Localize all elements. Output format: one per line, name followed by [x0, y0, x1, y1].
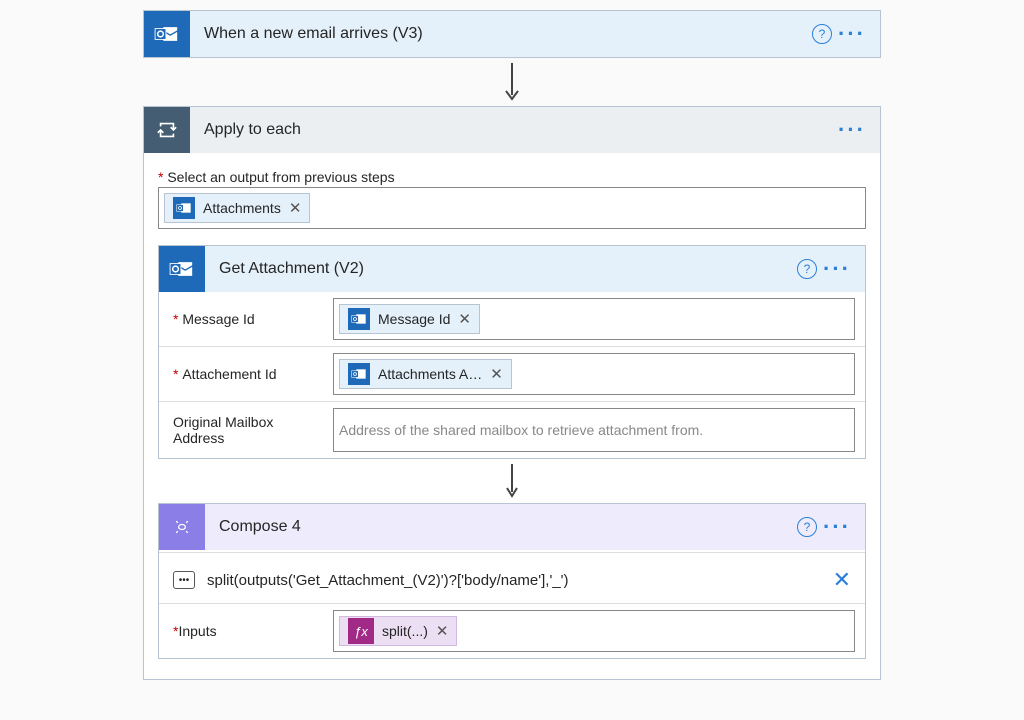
attachment-id-label: Attachement Id [182, 366, 276, 382]
compose-card: Compose 4 ? ··· ••• split(outputs('Get_A… [158, 503, 866, 659]
flow-canvas: When a new email arrives (V3) ? ··· Appl… [0, 10, 1024, 680]
arrow-down-icon [503, 58, 521, 106]
compose-header[interactable]: Compose 4 ? ··· [159, 504, 865, 550]
token-attachment-id[interactable]: Attachments A… ✕ [339, 359, 512, 389]
apply-to-each-card: Apply to each ··· * Select an output fro… [143, 106, 881, 680]
inputs-field[interactable]: ƒx split(...) ✕ [333, 610, 855, 652]
code-icon: ••• [173, 571, 195, 589]
mailbox-address-label: Original Mailbox Address [173, 414, 323, 446]
outlook-icon [144, 11, 190, 57]
more-icon[interactable]: ··· [838, 125, 866, 135]
token-message-id[interactable]: Message Id ✕ [339, 304, 480, 334]
outlook-icon [159, 246, 205, 292]
token-fx-split[interactable]: ƒx split(...) ✕ [339, 616, 457, 646]
fx-icon: ƒx [348, 618, 374, 644]
more-icon[interactable]: ··· [823, 522, 851, 532]
trigger-header: When a new email arrives (V3) ? ··· [144, 11, 880, 57]
token-remove-icon[interactable]: ✕ [490, 365, 503, 383]
outlook-icon [348, 308, 370, 330]
arrow-down-icon [158, 459, 866, 503]
inputs-label: Inputs [178, 623, 216, 639]
mailbox-address-field[interactable] [333, 408, 855, 452]
expression-text: split(outputs('Get_Attachment_(V2)')?['b… [207, 572, 821, 589]
apply-to-each-header[interactable]: Apply to each ··· [144, 107, 880, 153]
close-icon[interactable]: ✕ [833, 567, 851, 593]
token-text: Attachments A… [378, 366, 482, 382]
token-text: Attachments [203, 200, 281, 216]
attachment-id-field[interactable]: Attachments A… ✕ [333, 353, 855, 395]
outlook-icon [348, 363, 370, 385]
apply-to-each-title: Apply to each [190, 121, 838, 139]
get-attachment-title: Get Attachment (V2) [205, 260, 797, 278]
more-icon[interactable]: ··· [823, 264, 851, 274]
token-remove-icon[interactable]: ✕ [436, 622, 449, 640]
help-icon[interactable]: ? [797, 259, 817, 279]
select-output-label: Select an output from previous steps [163, 169, 394, 185]
get-attachment-card: Get Attachment (V2) ? ··· * Message Id M… [158, 245, 866, 459]
token-text: Message Id [378, 311, 450, 327]
outlook-icon [173, 197, 195, 219]
get-attachment-header[interactable]: Get Attachment (V2) ? ··· [159, 246, 865, 292]
message-id-label: Message Id [182, 311, 254, 327]
trigger-title: When a new email arrives (V3) [190, 25, 812, 43]
token-attachments[interactable]: Attachments ✕ [164, 193, 310, 223]
compose-icon [159, 504, 205, 550]
select-output-field[interactable]: Attachments ✕ [158, 187, 866, 229]
more-icon[interactable]: ··· [838, 29, 866, 39]
mailbox-address-input[interactable] [339, 422, 849, 438]
trigger-card[interactable]: When a new email arrives (V3) ? ··· [143, 10, 881, 58]
token-text: split(...) [382, 623, 428, 639]
token-remove-icon[interactable]: ✕ [289, 199, 302, 217]
token-remove-icon[interactable]: ✕ [458, 310, 471, 328]
help-icon[interactable]: ? [812, 24, 832, 44]
loop-icon [144, 107, 190, 153]
message-id-field[interactable]: Message Id ✕ [333, 298, 855, 340]
compose-title: Compose 4 [205, 518, 797, 536]
help-icon[interactable]: ? [797, 517, 817, 537]
